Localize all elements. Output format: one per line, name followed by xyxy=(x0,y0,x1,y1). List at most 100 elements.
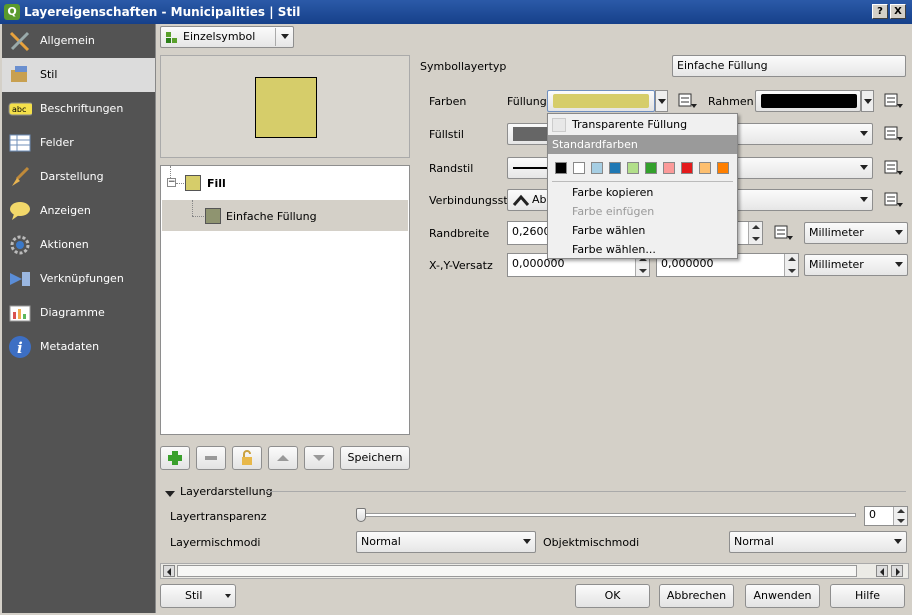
sidebar-item-verknuepfungen[interactable]: Verknüpfungen xyxy=(2,262,155,296)
fill-color-dropdown[interactable] xyxy=(655,90,668,112)
sidebar-item-beschriftungen[interactable]: abc Beschriftungen xyxy=(2,92,155,126)
sidebar-item-stil[interactable]: Stil xyxy=(2,58,155,92)
data-defined-border-button[interactable] xyxy=(883,92,905,110)
scroll-left-button[interactable] xyxy=(163,565,175,577)
fill-color-swatch xyxy=(185,175,201,191)
scroll-right-button[interactable] xyxy=(891,565,903,577)
symbol-tree[interactable]: − Fill Einfache Füllung xyxy=(160,165,410,435)
randstil-label: Randstil xyxy=(429,162,474,175)
color-swatch-blue[interactable] xyxy=(609,162,621,174)
transparency-slider-track[interactable] xyxy=(358,513,856,517)
color-swatch-black[interactable] xyxy=(555,162,567,174)
expression-icon xyxy=(884,160,903,175)
color-swatch-orange[interactable] xyxy=(717,162,729,174)
svg-text:i: i xyxy=(17,339,23,357)
data-defined-borderstyle-button[interactable] xyxy=(883,159,905,177)
sidebar-item-diagramme[interactable]: Diagramme xyxy=(2,296,155,330)
move-down-button[interactable] xyxy=(304,446,334,470)
object-blend-combo[interactable]: Normal xyxy=(729,531,907,553)
symbol-layer-type-combo[interactable]: Einfache Füllung xyxy=(672,55,906,77)
sidebar-item-metadaten[interactable]: i Metadaten xyxy=(2,330,155,364)
transparent-swatch-icon xyxy=(552,118,566,132)
move-up-button[interactable] xyxy=(268,446,298,470)
chevron-down-icon xyxy=(860,197,868,202)
data-defined-fill-button[interactable] xyxy=(677,92,699,110)
verbindungsstil-label: Verbindungsstil xyxy=(429,194,514,207)
horizontal-scrollbar[interactable] xyxy=(160,563,909,579)
lock-icon xyxy=(242,450,252,465)
chevron-down-icon xyxy=(860,165,868,170)
close-title-button[interactable]: X xyxy=(890,4,906,19)
collapse-toggle[interactable]: − xyxy=(167,178,176,187)
tree-root-label[interactable]: Fill xyxy=(207,177,226,190)
farben-label: Farben xyxy=(429,95,467,108)
transparency-input[interactable]: 0 xyxy=(864,506,908,526)
sidebar-item-label: Anzeigen xyxy=(40,204,91,217)
fill-color-bar xyxy=(553,94,649,108)
help-title-button[interactable]: ? xyxy=(872,4,888,19)
data-defined-joinstyle-button[interactable] xyxy=(883,191,905,209)
border-color-dropdown[interactable] xyxy=(861,90,874,112)
copy-color-item[interactable]: Farbe kopieren xyxy=(548,183,737,202)
width-unit-combo[interactable]: Millimeter xyxy=(804,222,908,244)
transparency-label: Layertransparenz xyxy=(170,510,267,523)
info-icon: i xyxy=(8,336,32,358)
sidebar-item-label: Verknüpfungen xyxy=(40,272,124,285)
style-menu-button[interactable]: Stil xyxy=(160,584,236,608)
fuellung-label: Füllung xyxy=(507,95,547,108)
sidebar-item-aktionen[interactable]: Aktionen xyxy=(2,228,155,262)
offset-y-stepper[interactable] xyxy=(784,254,798,276)
apply-button[interactable]: Anwenden xyxy=(745,584,820,608)
arrow-down-icon xyxy=(313,455,325,461)
help-button[interactable]: Hilfe xyxy=(830,584,905,608)
chevron-down-icon xyxy=(895,262,903,267)
save-button[interactable]: Speichern xyxy=(340,446,410,470)
border-color-button[interactable] xyxy=(755,90,861,112)
remove-layer-button[interactable] xyxy=(196,446,226,470)
sidebar-item-felder[interactable]: Felder xyxy=(2,126,155,160)
sidebar-item-label: Diagramme xyxy=(40,306,105,319)
expression-icon xyxy=(884,93,903,108)
gear-icon xyxy=(8,234,32,256)
color-swatch-light-green[interactable] xyxy=(627,162,639,174)
fill-color-button[interactable] xyxy=(547,90,655,112)
color-swatch-pink[interactable] xyxy=(663,162,675,174)
ok-button[interactable]: OK xyxy=(575,584,650,608)
menu-separator xyxy=(552,181,733,182)
data-defined-fillstyle-button[interactable] xyxy=(883,125,905,143)
choose-color-item[interactable]: Farbe wählen xyxy=(548,221,737,240)
data-defined-width-button[interactable] xyxy=(773,224,795,242)
color-swatch-light-orange[interactable] xyxy=(699,162,711,174)
paste-color-item: Farbe einfügen xyxy=(572,205,655,218)
cancel-button[interactable]: Abbrechen xyxy=(659,584,734,608)
expression-icon xyxy=(774,225,793,240)
offset-unit-combo[interactable]: Millimeter xyxy=(804,254,908,276)
scroll-thumb[interactable] xyxy=(177,565,857,577)
sidebar-item-label: Aktionen xyxy=(40,238,89,251)
bevel-join-icon xyxy=(512,194,530,206)
color-swatch-white[interactable] xyxy=(573,162,585,174)
renderer-combo[interactable]: Einzelsymbol xyxy=(160,26,294,48)
paintbrush-icon xyxy=(8,64,32,86)
choose-color-dialog-item[interactable]: Farbe wählen... xyxy=(548,240,737,259)
sidebar-item-allgemein[interactable]: Allgemein xyxy=(2,24,155,58)
border-width-stepper[interactable] xyxy=(748,222,762,244)
abc-label-icon: abc xyxy=(8,98,32,120)
sidebar-item-darstellung[interactable]: Darstellung xyxy=(2,160,155,194)
transparency-slider-handle[interactable] xyxy=(356,508,366,522)
color-swatch-light-blue[interactable] xyxy=(591,162,603,174)
chevron-down-icon xyxy=(523,539,531,544)
width-unit-value: Millimeter xyxy=(809,226,864,239)
transparent-fill-item[interactable]: Transparente Füllung xyxy=(548,115,737,134)
color-swatch-green[interactable] xyxy=(645,162,657,174)
add-layer-button[interactable] xyxy=(160,446,190,470)
transparency-stepper[interactable] xyxy=(893,507,907,525)
sidebar-item-label: Allgemein xyxy=(40,34,95,47)
lock-layer-button[interactable] xyxy=(232,446,262,470)
tree-child-row[interactable]: Einfache Füllung xyxy=(162,200,408,231)
layer-blend-combo[interactable]: Normal xyxy=(356,531,536,553)
sidebar-item-anzeigen[interactable]: Anzeigen xyxy=(2,194,155,228)
scroll-left-button-2[interactable] xyxy=(876,565,888,577)
color-swatch-red[interactable] xyxy=(681,162,693,174)
plus-icon xyxy=(168,451,182,465)
